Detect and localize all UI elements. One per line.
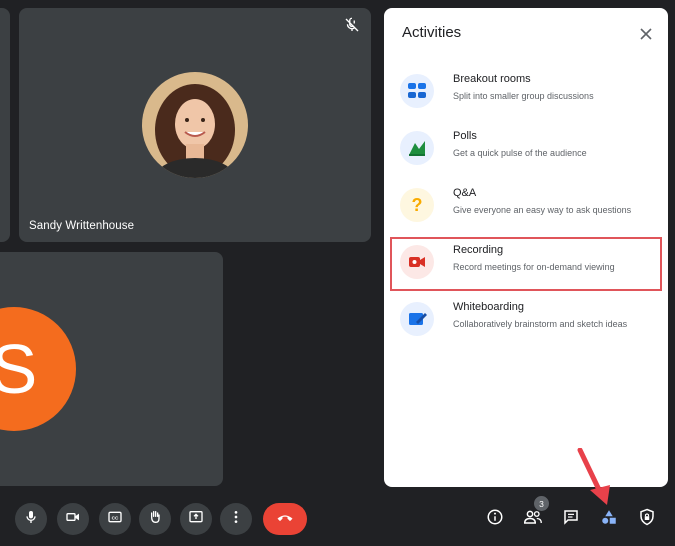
- svg-text:CC: CC: [112, 515, 119, 520]
- activity-title: Q&A: [453, 187, 477, 199]
- activity-whiteboarding[interactable]: Whiteboarding Collaboratively brainstorm…: [390, 294, 662, 348]
- activity-description: Collaboratively brainstorm and sketch id…: [453, 319, 628, 329]
- activity-description: Give everyone an easy way to ask questio…: [453, 205, 632, 215]
- mic-muted-icon: [343, 16, 361, 34]
- activity-title: Whiteboarding: [453, 301, 524, 313]
- captions-icon: CC: [107, 509, 123, 530]
- breakout-rooms-icon: [400, 74, 434, 108]
- more-options-button[interactable]: [220, 503, 252, 535]
- activities-panel: Activities Breakout rooms Split into sma…: [384, 8, 668, 487]
- activity-qa[interactable]: ? Q&A Give everyone an easy way to ask q…: [390, 180, 662, 234]
- activity-description: Get a quick pulse of the audience: [453, 148, 587, 158]
- host-controls-icon: [638, 508, 656, 531]
- polls-icon: [400, 131, 434, 165]
- raise-hand-button[interactable]: [139, 503, 171, 535]
- end-call-button[interactable]: [263, 503, 307, 535]
- info-icon: [486, 508, 504, 531]
- camera-button[interactable]: [57, 503, 89, 535]
- chat-button[interactable]: [558, 506, 584, 532]
- host-controls-button[interactable]: [634, 506, 660, 532]
- activity-polls[interactable]: Polls Get a quick pulse of the audience: [390, 123, 662, 177]
- whiteboarding-icon: [400, 302, 434, 336]
- activities-button[interactable]: [596, 506, 622, 532]
- activity-description: Record meetings for on-demand viewing: [453, 262, 615, 272]
- close-icon[interactable]: [636, 24, 656, 44]
- participant-tile-sandy[interactable]: Sandy Writtenhouse: [19, 8, 371, 242]
- activity-description: Split into smaller group discussions: [453, 91, 594, 101]
- panel-title: Activities: [402, 24, 462, 41]
- activities-icon: [600, 508, 618, 531]
- activity-recording[interactable]: Recording Record meetings for on-demand …: [390, 237, 662, 291]
- svg-text:?: ?: [412, 195, 423, 215]
- recording-icon: [400, 245, 434, 279]
- participant-name: Sandy Writtenhouse: [29, 220, 135, 232]
- participant-tile-partial[interactable]: [0, 8, 10, 242]
- mic-button[interactable]: [15, 503, 47, 535]
- avatar: [142, 72, 248, 178]
- activity-title: Polls: [453, 130, 477, 142]
- annotation-arrow-icon: [577, 448, 610, 505]
- present-icon: [188, 509, 204, 530]
- people-count-badge: 3: [534, 496, 549, 511]
- chat-icon: [562, 508, 580, 531]
- raise-hand-icon: [147, 509, 163, 530]
- captions-button[interactable]: CC: [99, 503, 131, 535]
- more-options-icon: [228, 509, 244, 530]
- activity-breakout-rooms[interactable]: Breakout rooms Split into smaller group …: [390, 66, 662, 120]
- end-call-icon: [275, 507, 295, 532]
- present-button[interactable]: [180, 503, 212, 535]
- activity-title: Recording: [453, 244, 504, 256]
- qa-icon: ?: [400, 188, 434, 222]
- participant-tile-s[interactable]: S: [0, 252, 223, 486]
- camera-icon: [65, 509, 81, 530]
- activity-title: Breakout rooms: [453, 73, 531, 85]
- mic-icon: [23, 509, 39, 530]
- info-button[interactable]: [482, 506, 508, 532]
- avatar: S: [0, 307, 76, 431]
